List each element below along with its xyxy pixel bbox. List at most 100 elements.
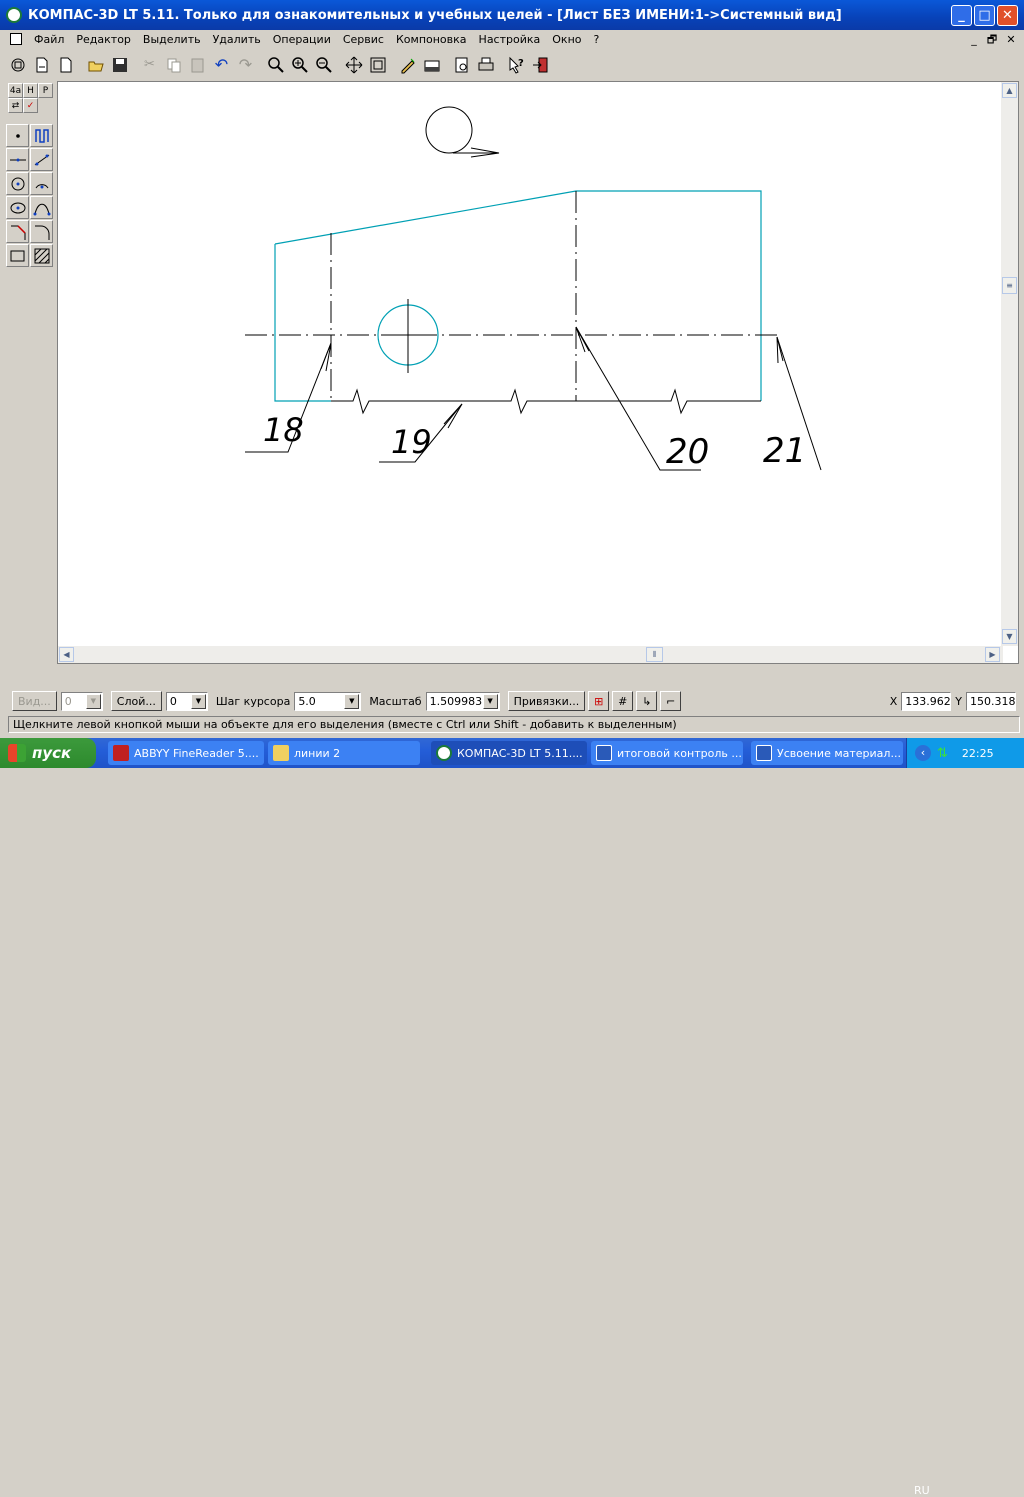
drawing-area[interactable]: 18 19 20 21	[58, 82, 1003, 646]
tab-dimensions[interactable]: H	[23, 83, 38, 98]
zoom-in-icon[interactable]	[288, 53, 311, 76]
copy-icon[interactable]	[162, 53, 185, 76]
auxiliary-line-icon[interactable]	[30, 124, 53, 147]
chamfer-icon[interactable]	[6, 220, 29, 243]
minimize-button[interactable]: _	[951, 5, 972, 26]
title-bar[interactable]: КОМПАС-3D LT 5.11. Только для ознакомите…	[0, 0, 1024, 30]
menu-service[interactable]: Сервис	[337, 33, 390, 46]
scroll-up-icon[interactable]: ▲	[1002, 83, 1017, 98]
status-bar: Вид... 0 ▼ Слой... 0 ▼ Шаг курсора 5.0 ▼ Ма…	[0, 688, 1024, 714]
x-label: X	[889, 694, 898, 708]
tab-measure-icon[interactable]: ✓	[23, 98, 38, 113]
view-value: 0	[64, 694, 72, 708]
view-button[interactable]: Вид...	[12, 691, 57, 711]
step-select[interactable]: 5.0 ▼	[294, 691, 362, 711]
clock[interactable]: 22:25	[962, 747, 994, 760]
doc-close-button[interactable]: ✕	[1003, 33, 1019, 46]
task-folder[interactable]: линии 2	[268, 741, 420, 765]
snaps-button[interactable]: Привязки...	[507, 691, 586, 711]
open-icon[interactable]	[84, 53, 107, 76]
spline-icon[interactable]	[30, 196, 53, 219]
layers-icon[interactable]	[420, 53, 443, 76]
save-icon[interactable]	[108, 53, 131, 76]
menu-file[interactable]: Файл	[28, 33, 70, 46]
fillet-icon[interactable]	[30, 220, 53, 243]
app-window: КОМПАС-3D LT 5.11. Только для ознакомите…	[0, 0, 1024, 738]
menu-delete[interactable]: Удалить	[207, 33, 267, 46]
menu-operations[interactable]: Операции	[267, 33, 337, 46]
exit-icon[interactable]	[528, 53, 551, 76]
maximize-button[interactable]: □	[974, 5, 995, 26]
task-word-1[interactable]: итоговой контроль ...	[591, 741, 743, 765]
new-fragment-icon[interactable]	[30, 53, 53, 76]
close-button[interactable]: ✕	[997, 5, 1018, 26]
new-document-icon[interactable]	[54, 53, 77, 76]
zoom-out-icon[interactable]	[312, 53, 335, 76]
parallel-line-icon[interactable]	[30, 148, 53, 171]
menu-settings[interactable]: Настройка	[473, 33, 547, 46]
scroll-right-icon[interactable]: ▶	[985, 647, 1000, 662]
ellipse-icon[interactable]	[6, 196, 29, 219]
task-label: ABBYY FineReader 5....	[134, 746, 259, 760]
start-button[interactable]: пуск	[0, 738, 96, 768]
circle-icon[interactable]	[6, 172, 29, 195]
print-icon[interactable]	[474, 53, 497, 76]
point-icon[interactable]	[6, 124, 29, 147]
document-icon[interactable]	[10, 33, 22, 45]
doc-minimize-button[interactable]: _	[966, 33, 982, 46]
preview-icon[interactable]	[450, 53, 473, 76]
rectangle-icon[interactable]	[6, 244, 29, 267]
y-coordinate: 150.318	[966, 691, 1016, 711]
language-indicator[interactable]: RU	[914, 1484, 930, 1497]
scroll-left-icon[interactable]: ◀	[59, 647, 74, 662]
vertical-scrollbar[interactable]: ▲ ≡ ▼	[1001, 82, 1018, 646]
redo-icon[interactable]: ↷	[234, 53, 257, 76]
task-kompas[interactable]: КОМПАС-3D LT 5.11....	[431, 741, 587, 765]
hatch-icon[interactable]	[30, 244, 53, 267]
grid-icon[interactable]: #	[612, 691, 634, 711]
part-contour[interactable]	[274, 190, 762, 402]
callout-20: 20	[666, 432, 709, 472]
kompas-logo-icon	[6, 7, 22, 23]
menu-editor[interactable]: Редактор	[70, 33, 137, 46]
tab-edit-icon[interactable]: ⇄	[8, 98, 23, 113]
show-all-icon[interactable]	[366, 53, 389, 76]
pan-icon[interactable]	[342, 53, 365, 76]
network-icon[interactable]: ⇅	[937, 746, 948, 761]
menu-select[interactable]: Выделить	[137, 33, 207, 46]
undo-icon[interactable]: ↶	[210, 53, 233, 76]
view-select[interactable]: 0 ▼	[60, 691, 103, 711]
menu-help[interactable]: ?	[588, 33, 606, 46]
task-word-2[interactable]: Усвоение материал...	[751, 741, 903, 765]
segment-icon[interactable]	[6, 148, 29, 171]
snap-grid-icon[interactable]: ⊞	[588, 691, 610, 711]
break-line[interactable]	[331, 388, 761, 415]
redraw-icon[interactable]	[396, 53, 419, 76]
arc-icon[interactable]	[30, 172, 53, 195]
horizontal-scrollbar[interactable]: ◀ ⦀ ▶	[58, 646, 1003, 663]
drawing-canvas[interactable]: 18 19 20 21 ▲ ≡ ▼ ◀ ⦀ ▶	[57, 81, 1019, 664]
ortho-icon[interactable]: ⌐	[660, 691, 682, 711]
cut-icon[interactable]: ✂	[138, 53, 161, 76]
layer-button[interactable]: Слой...	[110, 691, 162, 711]
horizontal-scroll-thumb[interactable]: ⦀	[646, 647, 663, 662]
menu-window[interactable]: Окно	[546, 33, 587, 46]
menu-layout[interactable]: Компоновка	[390, 33, 473, 46]
folder-icon	[273, 745, 289, 761]
vertical-scroll-thumb[interactable]: ≡	[1002, 277, 1017, 294]
doc-restore-button[interactable]: 🗗	[984, 33, 1000, 46]
y-value: 150.318	[970, 694, 1016, 708]
scale-select[interactable]: 1.509983 ▼	[425, 691, 500, 711]
scroll-down-icon[interactable]: ▼	[1002, 629, 1017, 644]
paste-icon[interactable]	[186, 53, 209, 76]
tab-parameters[interactable]: P	[38, 83, 53, 98]
help-icon[interactable]: ?	[504, 53, 527, 76]
tray-expand-icon[interactable]: ‹	[915, 745, 931, 761]
zoom-window-icon[interactable]	[264, 53, 287, 76]
x-coordinate: 133.962	[901, 691, 952, 711]
new-sheet-icon[interactable]	[6, 53, 29, 76]
local-cs-icon[interactable]: ↳	[636, 691, 658, 711]
tab-geometry[interactable]: 4a	[8, 83, 23, 98]
task-abbyy[interactable]: ABBYY FineReader 5....	[108, 741, 264, 765]
layer-select[interactable]: 0 ▼	[165, 691, 208, 711]
